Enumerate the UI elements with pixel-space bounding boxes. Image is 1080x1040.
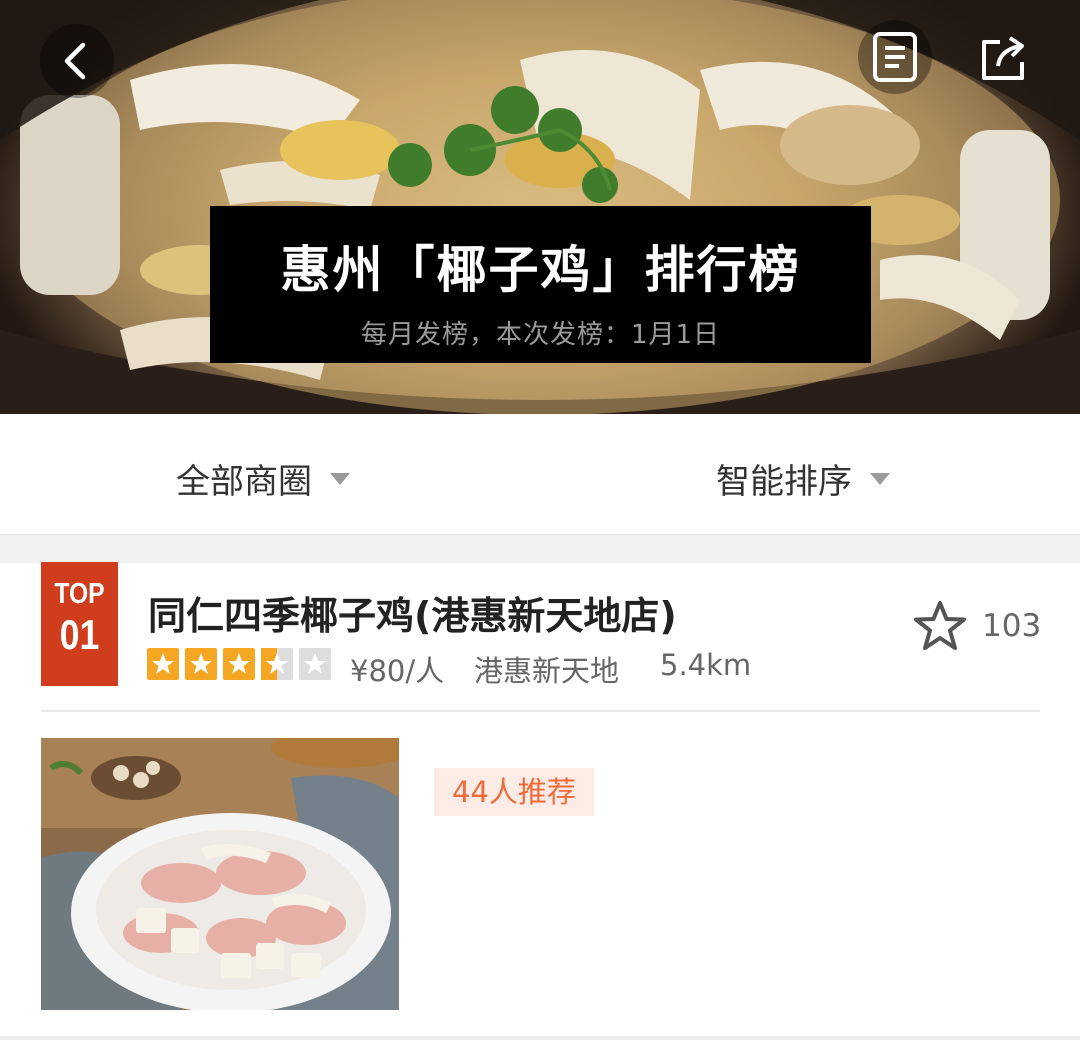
business-area: 港惠新天地 bbox=[474, 654, 620, 688]
sort-filter-dropdown[interactable]: 智能排序 bbox=[716, 454, 890, 503]
distance: 5.4km bbox=[660, 648, 752, 682]
dish-photo[interactable] bbox=[41, 738, 399, 1010]
back-button[interactable] bbox=[40, 24, 114, 98]
star-half-icon bbox=[261, 648, 293, 680]
hero-banner: 惠州「椰子鸡」排行榜 每月发榜，本次发榜：1月1日 bbox=[0, 0, 1080, 414]
ranking-title: 惠州「椰子鸡」排行榜 bbox=[280, 241, 801, 299]
list-document-icon bbox=[873, 32, 917, 82]
star-filled-icon bbox=[223, 648, 255, 680]
avg-price: ¥80/人 bbox=[350, 654, 445, 688]
star-filled-icon bbox=[185, 648, 217, 680]
caret-down-icon bbox=[330, 472, 350, 485]
section-divider bbox=[0, 534, 1080, 563]
favorite-button[interactable]: 103 bbox=[912, 600, 1041, 652]
card-divider bbox=[41, 710, 1040, 712]
star-empty-icon bbox=[299, 648, 331, 680]
back-arrow-icon bbox=[64, 42, 86, 80]
share-button[interactable] bbox=[966, 20, 1040, 94]
filter-bar: 全部商圈 智能排序 bbox=[0, 414, 1080, 534]
bottom-divider bbox=[0, 1036, 1080, 1040]
rank-badge-number: 01 bbox=[59, 611, 100, 658]
shop-name[interactable]: 同仁四季椰子鸡(港惠新天地店) bbox=[148, 585, 677, 640]
dish-photo-image bbox=[41, 738, 399, 1010]
rank-badge: TOP 01 bbox=[41, 562, 118, 686]
ranking-subtitle: 每月发榜，本次发榜：1月1日 bbox=[360, 320, 721, 350]
caret-down-icon bbox=[870, 472, 890, 485]
ranking-title-box: 惠州「椰子鸡」排行榜 每月发榜，本次发榜：1月1日 bbox=[210, 206, 871, 363]
star-outline-icon bbox=[914, 601, 966, 650]
rating-stars bbox=[147, 648, 331, 680]
favorite-count: 103 bbox=[982, 608, 1042, 644]
area-filter-dropdown[interactable]: 全部商圈 bbox=[176, 454, 350, 503]
share-icon bbox=[982, 36, 1024, 80]
star-filled-icon bbox=[147, 648, 179, 680]
sort-filter-label: 智能排序 bbox=[716, 462, 852, 502]
list-button[interactable] bbox=[858, 20, 932, 94]
recommend-badge: 44人推荐 bbox=[434, 768, 594, 816]
rank-badge-top: TOP bbox=[54, 578, 105, 610]
area-filter-label: 全部商圈 bbox=[176, 462, 312, 502]
